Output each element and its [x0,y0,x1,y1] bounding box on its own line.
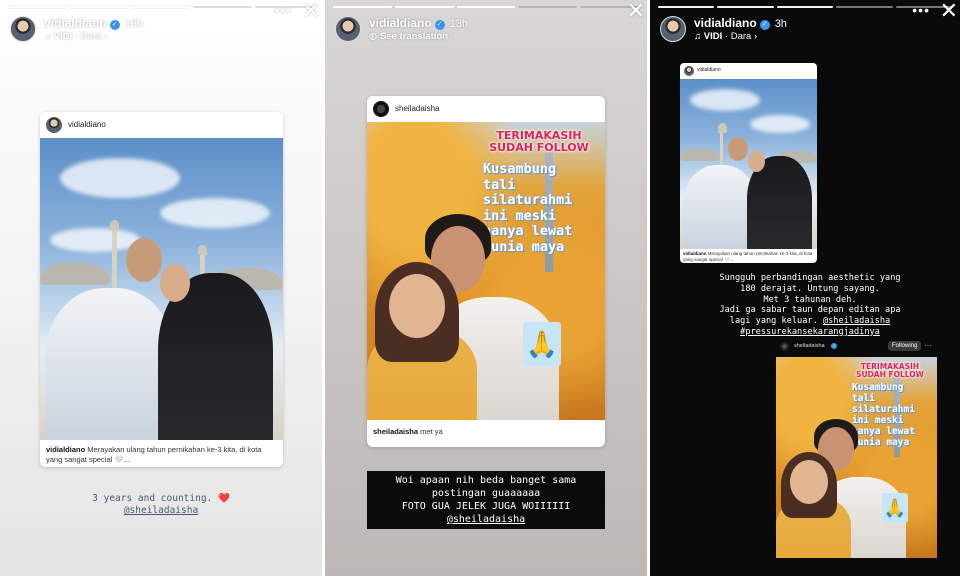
praying-hands-icon: 🙏 [882,493,908,523]
progress-segment [658,6,715,8]
verified-icon: ✓ [109,20,120,30]
post-caption: sheiladaisha met ya [373,427,443,436]
story-username[interactable]: vidialdiano ✓ 13h [369,16,468,30]
story-text-box: Woi apaan nih beda banget sama postingan… [367,471,605,529]
story-panel-1[interactable]: vidialdiano ✓ 16h ♫ VIDI · Dara › ••• ✕ vi… [0,0,322,576]
music-icon: ♫ [694,31,704,42]
story-music-label[interactable]: ♫ VIDI · Dara › [44,31,107,42]
avatar [684,66,694,76]
praying-hands-icon: 🙏 [523,322,561,366]
avatar [46,117,62,133]
story-progress-bar [8,6,314,8]
verified-icon: ✓ [434,20,445,30]
story-username[interactable]: vidialdiano ✓ 16h [44,16,143,30]
post-username: vidialdiano [68,120,106,129]
hashtag-link[interactable]: #pressurekansekarangjadinya [690,327,930,338]
story-text: 3 years and counting. ❤️ @sheiladaisha [60,493,262,517]
story-progress-bar [333,6,639,8]
progress-segment [394,6,454,8]
story-music-label[interactable]: ♫ VIDI · Dara › [694,31,757,42]
reshared-post-photo[interactable]: TERIMAKASIH SUDAH FOLLOW Kusambung tali s… [776,357,937,558]
embedded-post-card[interactable]: sheiladaisha TERIMAKASIH SUDAH FOLLOW Kus… [367,96,605,447]
post-photo [680,79,817,249]
overlay-thanks-text: TERIMAKASIH SUDAH FOLLOW [856,362,924,379]
story-header: vidialdiano ✓ 13h ◍ See translation [335,14,637,44]
embedded-post-card[interactable]: vidialdiano vidialdiano Merayakan ulang … [680,63,817,263]
overlay-poem-text: Kusambung tali silaturahmi ini meski han… [483,161,573,255]
overlay-poem-text: Kusambung tali silaturahmi ini meski han… [852,382,915,448]
progress-segment [69,6,129,8]
story-panel-2[interactable]: vidialdiano ✓ 13h ◍ See translation ✕ shei… [325,0,647,576]
progress-segment [131,6,191,8]
progress-segment [333,6,392,8]
post-photo [40,138,283,440]
post-header: vidialdiano [40,112,283,138]
close-icon[interactable]: ✕ [940,0,958,22]
story-header: vidialdiano ✓ 3h ♫ VIDI · Dara › [660,14,950,44]
progress-segment [8,6,67,8]
progress-segment [836,6,893,8]
progress-segment [456,6,516,8]
close-icon[interactable]: ✕ [302,0,320,22]
more-icon[interactable]: ••• [274,2,292,18]
following-button[interactable]: Following [888,341,922,351]
post-username: vidialdiano [697,67,721,73]
verified-icon: ✓ [759,20,770,30]
post-header: sheiladaisha [367,96,605,122]
see-translation-button[interactable]: ◍ See translation [369,31,448,42]
post-username: sheiladaisha [395,104,440,113]
story-panel-3[interactable]: vidialdiano ✓ 3h ♫ VIDI · Dara › ••• ✕ vid… [650,0,960,576]
avatar[interactable] [10,16,36,42]
post-header: vidialdiano [680,63,817,79]
reshare-username[interactable]: sheiladaisha [794,343,825,349]
avatar[interactable] [660,16,686,42]
more-icon[interactable]: ••• [912,2,930,18]
mention-link[interactable]: @sheiladaisha [60,505,262,517]
avatar[interactable] [335,16,361,42]
mention-link[interactable]: @sheiladaisha [823,316,890,326]
story-progress-bar [658,6,953,8]
mention-link[interactable]: @sheiladaisha [371,513,601,526]
post-photo: TERIMAKASIH SUDAH FOLLOW Kusambung tali s… [367,122,605,420]
story-time: 16h [124,18,144,30]
verified-icon: ✓ [831,343,837,349]
progress-segment [776,6,834,8]
progress-segment [518,6,578,8]
reshared-post-header: sheiladaisha ✓ Following ··· [780,341,940,355]
progress-segment [193,6,253,8]
post-caption: vidialdiano Merayakan ulang tahun pernik… [46,445,262,465]
story-username[interactable]: vidialdiano ✓ 3h [694,16,787,30]
more-icon[interactable]: ··· [924,341,932,350]
translate-icon: ◍ [369,31,380,42]
progress-segment [717,6,774,8]
post-caption: vidialdiano Merayakan ulang tahun pernik… [683,251,813,262]
avatar [780,342,789,351]
heart-icon: ❤️ [218,493,230,504]
music-icon: ♫ [44,31,54,42]
story-header: vidialdiano ✓ 16h ♫ VIDI · Dara › [10,14,312,44]
story-text: Sungguh perbandingan aesthetic yang 180 … [690,273,930,338]
embedded-post-card[interactable]: vidialdiano vidialdiano Merayakan ulang … [40,112,283,467]
story-time: 13h [449,18,469,30]
story-time: 3h [774,18,787,30]
avatar [373,101,389,117]
overlay-thanks-text: TERIMAKASIH SUDAH FOLLOW [489,129,589,154]
close-icon[interactable]: ✕ [627,0,645,22]
